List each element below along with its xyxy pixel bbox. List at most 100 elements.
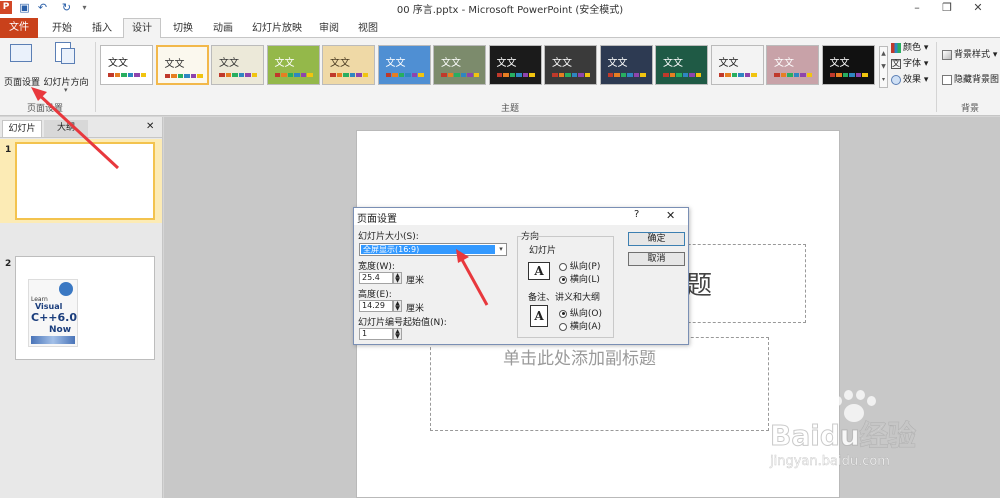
font-icon: 文 <box>891 58 901 69</box>
width-spinner[interactable]: ▲ ▼ <box>393 272 402 284</box>
effects-label: 效果 <box>903 75 922 85</box>
theme-thumbnail[interactable]: 文文 <box>766 45 819 85</box>
tab-design[interactable]: 设计 <box>123 18 161 38</box>
theme-effects-button[interactable]: 效果 ▾ <box>891 73 928 87</box>
group-divider <box>95 42 96 112</box>
notes-portrait-radio[interactable]: 纵向(O) <box>559 306 602 319</box>
page-setup-icon <box>10 44 32 62</box>
radio-icon <box>559 309 567 318</box>
slide-thumbnail-2[interactable]: Learn Visual C++6.0 Now <box>15 256 155 360</box>
theme-thumbnail[interactable]: 文文 <box>710 45 764 85</box>
ribbon-tabs: 文件 开始 插入 设计 切换 动画 幻灯片放映 审阅 视图 <box>0 16 1000 38</box>
theme-fonts-button[interactable]: 文字体 ▾ <box>891 57 928 71</box>
start-number-input[interactable]: 1 <box>359 328 393 340</box>
dialog-close-button[interactable]: ✕ <box>666 209 675 222</box>
width-unit: 厘米 <box>406 276 425 286</box>
height-label: 高度(E): <box>358 290 392 300</box>
chevron-down-icon: ▾ <box>64 86 68 94</box>
width-input[interactable]: 25.4 <box>359 272 393 284</box>
background-styles-label: 背景样式 <box>954 50 991 60</box>
tab-slideshow[interactable]: 幻灯片放映 <box>247 19 307 38</box>
slide-landscape-radio[interactable]: 横向(L) <box>559 272 600 285</box>
cover-text: C++6.0 <box>31 311 77 324</box>
height-unit: 厘米 <box>406 304 425 314</box>
theme-colors-button[interactable]: 颜色 ▾ <box>891 41 928 55</box>
tab-insert[interactable]: 插入 <box>84 19 120 38</box>
theme-sample-text: 文文 <box>663 58 683 69</box>
theme-color-swatches <box>108 73 146 77</box>
theme-sample-text: 文文 <box>774 58 794 69</box>
landscape-label: 横向(L) <box>569 275 600 285</box>
portrait-label: 纵向(P) <box>569 262 601 272</box>
slide-orientation-button[interactable]: 幻灯片方向 ▾ <box>42 42 90 96</box>
width-label: 宽度(W): <box>358 262 395 272</box>
start-number-spinner[interactable]: ▲ ▼ <box>393 328 402 340</box>
cover-text: Now <box>49 325 72 335</box>
tab-slides[interactable]: 幻灯片 <box>2 120 42 137</box>
tab-file[interactable]: 文件 <box>0 18 38 38</box>
slide-portrait-radio[interactable]: 纵向(P) <box>559 259 600 272</box>
restore-icon[interactable]: ❐ <box>935 0 959 16</box>
tab-animations[interactable]: 动画 <box>205 19 241 38</box>
theme-sample-text: 文文 <box>552 58 572 69</box>
customize-qat-icon[interactable]: ▾ <box>78 1 91 14</box>
theme-thumbnail[interactable]: 文文 <box>377 45 431 85</box>
group-divider <box>936 42 937 112</box>
subtitle-placeholder[interactable]: 单击此处添加副标题 <box>430 337 769 431</box>
theme-color-swatches <box>219 73 257 77</box>
theme-sample-text: 文文 <box>330 58 350 69</box>
ok-button[interactable]: 确定 <box>628 232 685 246</box>
theme-thumbnail[interactable]: 文文 <box>266 45 320 85</box>
close-pane-icon[interactable]: ✕ <box>146 121 154 132</box>
theme-thumbnail[interactable]: 文文 <box>488 45 542 85</box>
hide-background-checkbox[interactable]: 隐藏背景图 <box>942 73 999 87</box>
subtitle-placeholder-text: 单击此处添加副标题 <box>503 349 656 369</box>
theme-thumbnail[interactable]: 文文 <box>544 45 597 85</box>
slide-thumbnail-1[interactable] <box>15 142 155 220</box>
colors-label: 颜色 <box>903 43 922 53</box>
theme-sample-text: 文文 <box>496 58 517 69</box>
theme-thumbnail[interactable]: 文文 <box>100 45 153 85</box>
tab-outline[interactable]: 大纲 <box>44 120 88 137</box>
cancel-button[interactable]: 取消 <box>628 252 685 266</box>
theme-thumbnail[interactable]: 文文 <box>322 45 375 85</box>
title-text: 题 <box>686 271 713 301</box>
notes-landscape-radio[interactable]: 横向(A) <box>559 319 601 332</box>
theme-thumbnail[interactable]: 文文 <box>821 45 875 85</box>
notes-portrait-label: 纵向(O) <box>569 309 602 319</box>
dialog-title: 页面设置 <box>357 214 397 225</box>
page-setup-button[interactable]: 页面设置 <box>4 42 40 88</box>
height-input[interactable]: 14.29 <box>359 300 393 312</box>
background-styles-button[interactable]: 背景样式 ▾ <box>942 48 997 62</box>
themes-group-label: 主题 <box>500 104 519 114</box>
tab-view[interactable]: 视图 <box>351 19 385 38</box>
book-cover-image: Learn Visual C++6.0 Now <box>28 279 78 347</box>
height-spinner[interactable]: ▲ ▼ <box>393 300 402 312</box>
gallery-scroll[interactable]: ▲ ▼ ▾ <box>879 46 888 88</box>
redo-icon[interactable]: ↻ <box>60 1 73 14</box>
slide-size-select[interactable]: 全屏显示(16:9) ▾ <box>359 243 507 256</box>
tab-review[interactable]: 审阅 <box>312 19 346 38</box>
effects-icon <box>891 74 901 85</box>
save-icon[interactable]: ▣ <box>18 1 31 14</box>
minimize-icon[interactable]: – <box>905 0 929 16</box>
background-group-label: 背景 <box>960 104 979 114</box>
tab-home[interactable]: 开始 <box>44 19 80 38</box>
theme-color-swatches <box>441 73 479 77</box>
theme-color-swatches <box>164 74 203 78</box>
theme-thumbnail[interactable]: 文文 <box>433 45 486 85</box>
theme-thumbnail[interactable]: 文文 <box>155 45 209 85</box>
theme-thumbnail[interactable]: 文文 <box>599 45 653 85</box>
help-button[interactable]: ? <box>634 209 639 220</box>
pane-divider <box>0 137 162 138</box>
theme-sample-text: 文文 <box>164 59 185 70</box>
cover-badge-icon <box>59 282 73 296</box>
theme-thumbnail[interactable]: 文文 <box>211 45 264 85</box>
page-setup-group-label: 页面设置 <box>26 104 63 114</box>
undo-icon[interactable]: ↶ <box>36 1 49 14</box>
background-styles-icon <box>942 49 952 60</box>
theme-thumbnail[interactable]: 文文 <box>655 45 708 85</box>
theme-color-swatches <box>552 73 590 77</box>
tab-transitions[interactable]: 切换 <box>165 19 201 38</box>
close-icon[interactable]: ✕ <box>966 0 990 16</box>
